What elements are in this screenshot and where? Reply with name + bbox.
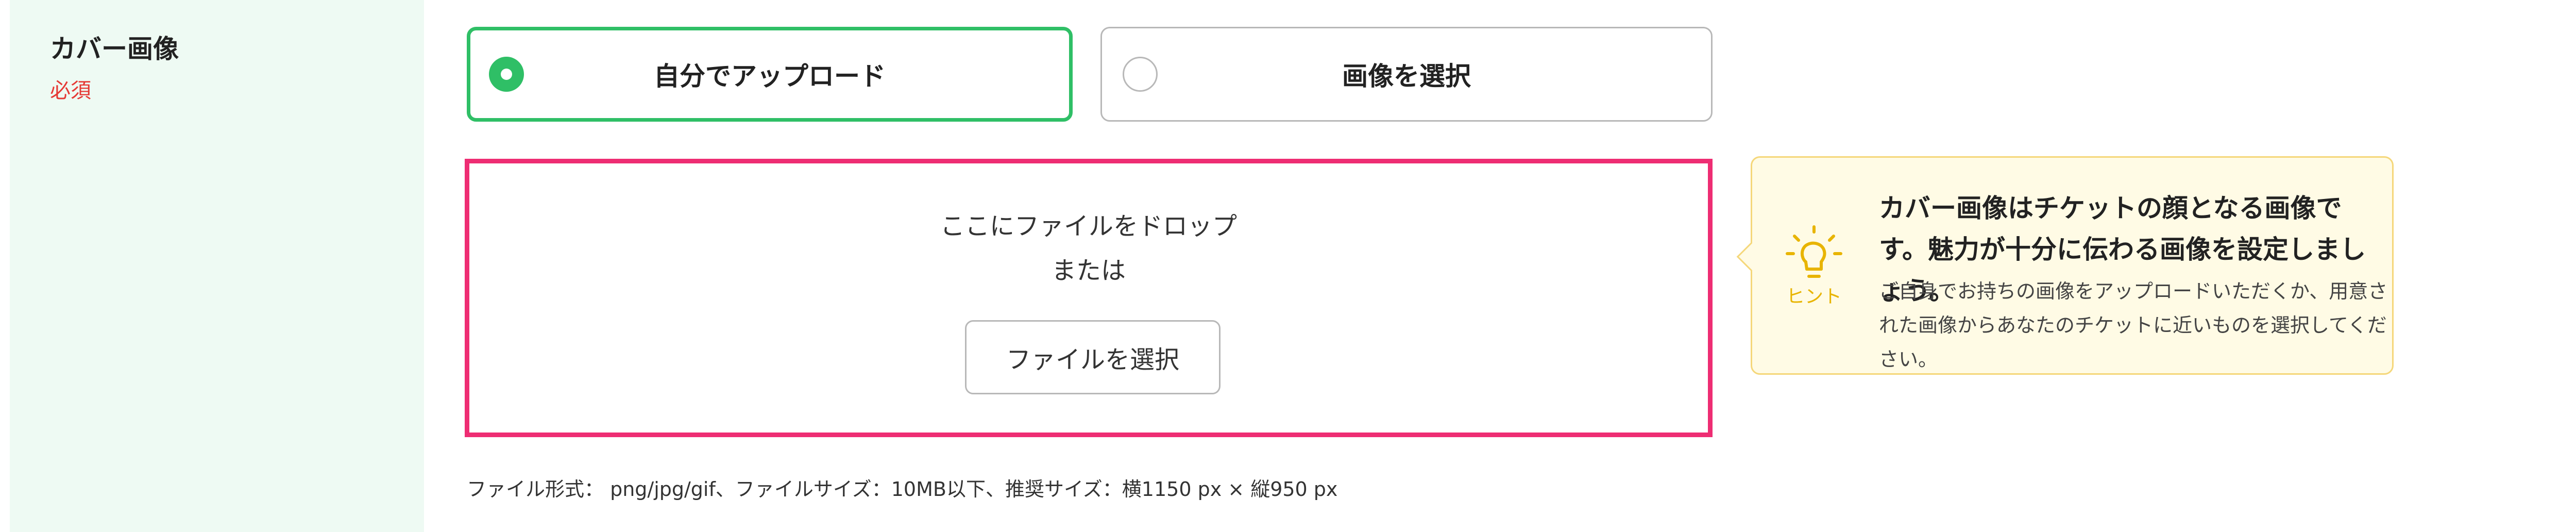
option-choose-image-label: 画像を選択 [1342, 61, 1471, 91]
option-choose-image[interactable]: 画像を選択 [1100, 27, 1713, 122]
dropzone-instruction: ここにファイルをドロップ [940, 212, 1237, 241]
hint-body: ご自身でお持ちの画像をアップロードいただくか、用意された画像からあなたのチケット… [1879, 280, 2388, 371]
option-upload-self[interactable]: 自分でアップロード [467, 27, 1073, 122]
dropzone-or-text: または [1051, 256, 1126, 285]
required-badge: 必須 [50, 79, 91, 103]
file-requirements-text: ファイル形式： png/jpg/gif、ファイルサイズ：10MB以下、推奨サイズ… [467, 478, 1338, 501]
radio-unselected-icon[interactable] [1123, 57, 1158, 92]
hint-label: ヒント [1786, 286, 1842, 307]
hint-pointer-arrow [1736, 242, 1766, 272]
lightbulb-icon [1783, 225, 1845, 281]
hint-box: ヒント カバー画像はチケットの顔となる画像です。魅力が十分に伝わる画像を設定しま… [1736, 156, 2394, 375]
option-upload-self-label: 自分でアップロード [654, 61, 886, 91]
select-file-button[interactable]: ファイルを選択 [965, 320, 1221, 394]
file-dropzone[interactable]: ここにファイルをドロップ または ファイルを選択 [465, 159, 1713, 437]
radio-selected-icon[interactable] [489, 57, 524, 92]
field-label: カバー画像 [50, 34, 179, 64]
field-label-column: カバー画像 必須 [10, 0, 424, 532]
